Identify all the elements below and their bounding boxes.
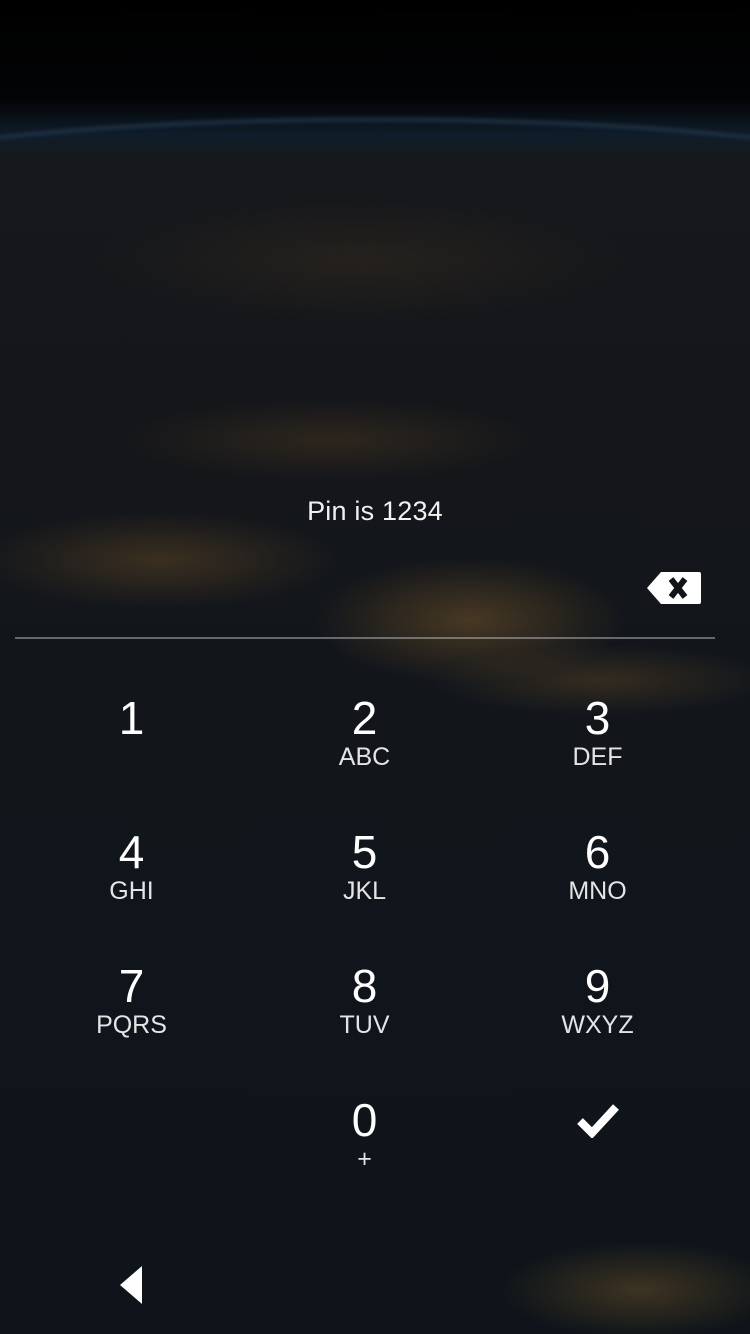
back-button[interactable]: [106, 1256, 156, 1316]
key-letters: TUV: [339, 1011, 390, 1039]
key-letters: MNO: [568, 877, 627, 905]
key-0[interactable]: 0 +: [248, 1082, 481, 1216]
back-triangle-icon: [120, 1266, 142, 1304]
status-bar: [0, 0, 750, 48]
key-letters: +: [357, 1145, 372, 1173]
key-digit: 9: [584, 960, 611, 1012]
key-digit: 5: [351, 826, 378, 878]
key-1[interactable]: 1: [15, 680, 248, 814]
key-digit: 3: [584, 692, 611, 744]
pin-input[interactable]: [15, 560, 635, 638]
pin-underline: [15, 637, 715, 639]
key-9[interactable]: 9 WXYZ: [481, 948, 714, 1082]
key-digit: 8: [351, 960, 378, 1012]
key-digit: 4: [118, 826, 145, 878]
key-8[interactable]: 8 TUV: [248, 948, 481, 1082]
key-letters: JKL: [342, 877, 387, 905]
key-letters: DEF: [572, 743, 623, 771]
key-digit: 6: [584, 826, 611, 878]
backspace-button[interactable]: [645, 566, 705, 610]
key-digit: 2: [351, 692, 378, 744]
pin-hint: Pin is 1234: [307, 496, 443, 526]
key-letters: ABC: [338, 743, 391, 771]
key-5[interactable]: 5 JKL: [248, 814, 481, 948]
confirm-button[interactable]: [481, 1082, 714, 1216]
key-digit: 0: [351, 1094, 378, 1146]
key-3[interactable]: 3 DEF: [481, 680, 714, 814]
key-digit: 1: [118, 692, 145, 744]
key-letters: GHI: [109, 877, 154, 905]
key-digit: 7: [118, 960, 145, 1012]
earth-horizon: [0, 118, 750, 241]
key-letters: PQRS: [96, 1011, 167, 1039]
key-7[interactable]: 7 PQRS: [15, 948, 248, 1082]
key-4[interactable]: 4 GHI: [15, 814, 248, 948]
key-2[interactable]: 2 ABC: [248, 680, 481, 814]
check-icon: [577, 1104, 619, 1138]
backspace-icon: [647, 572, 701, 604]
key-6[interactable]: 6 MNO: [481, 814, 714, 948]
pin-entry: [15, 560, 715, 638]
keypad: 1 2 ABC 3 DEF 4 GHI 5 JKL 6 MNO 7 PQRS 8…: [15, 680, 715, 1220]
key-letters: WXYZ: [561, 1011, 634, 1039]
